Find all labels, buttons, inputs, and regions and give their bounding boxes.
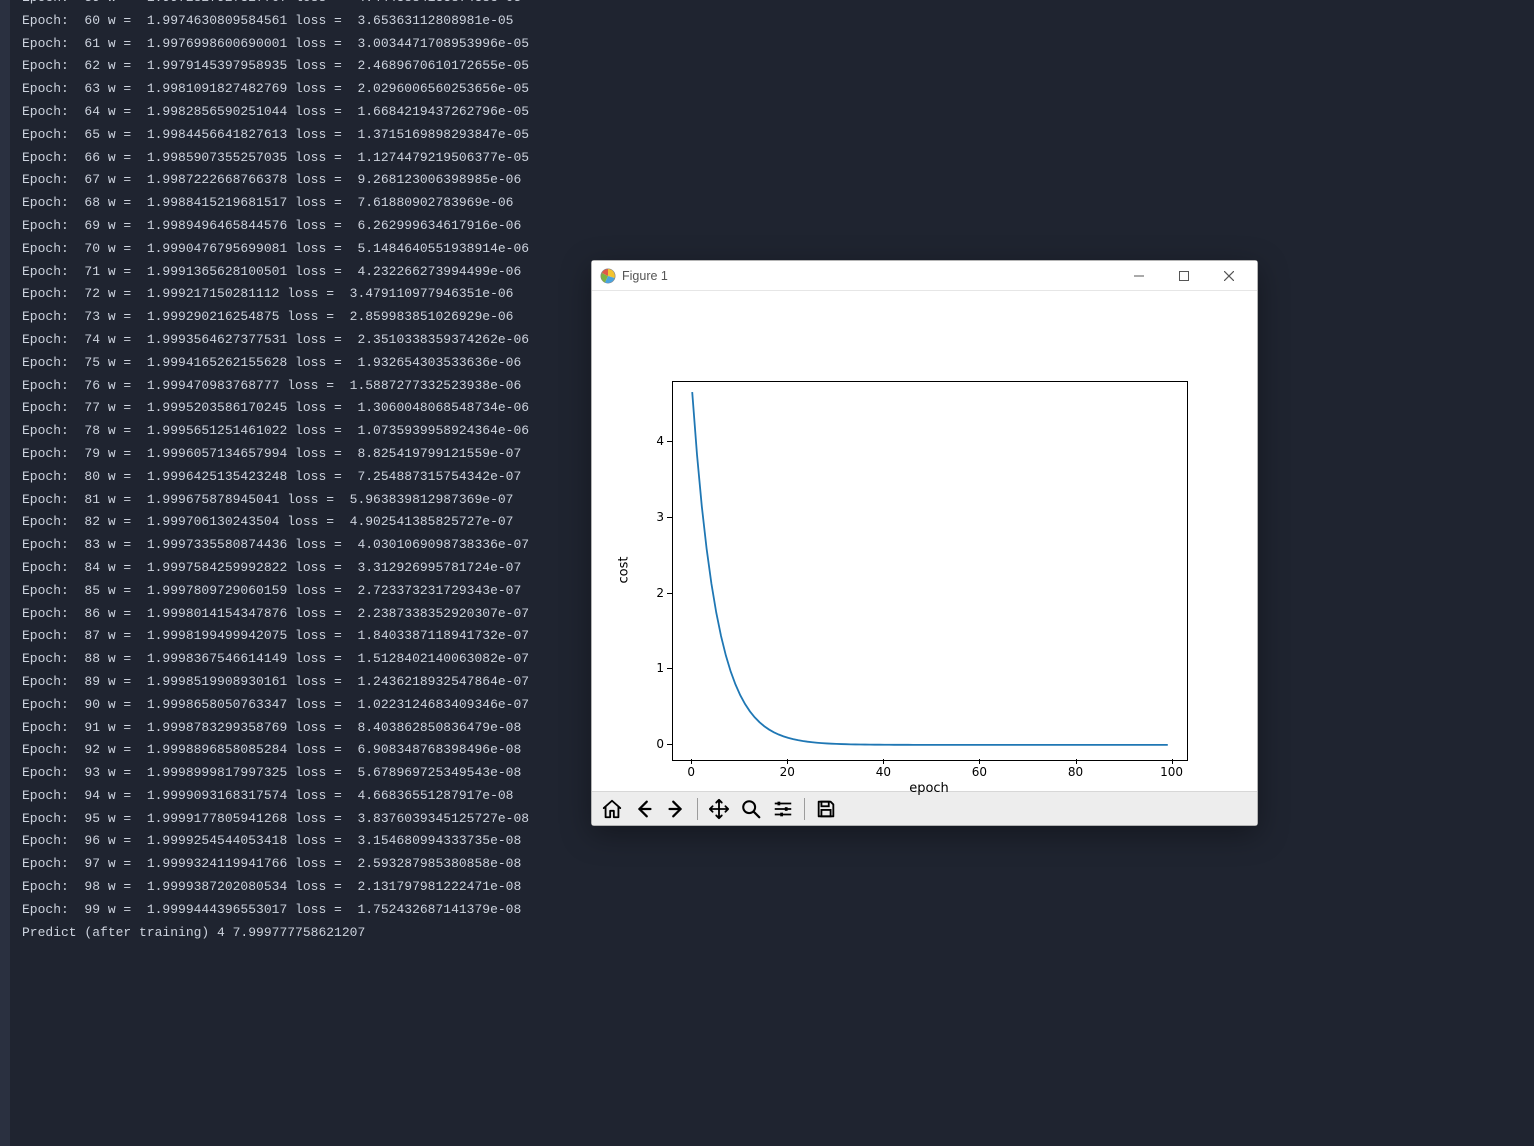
home-icon[interactable] — [598, 795, 626, 823]
toolbar-separator — [804, 798, 805, 820]
terminal-line: Epoch: 65 w = 1.9984456641827613 loss = … — [22, 124, 529, 147]
y-tick-mark — [667, 517, 672, 518]
terminal-line: Epoch: 73 w = 1.999290216254875 loss = 2… — [22, 306, 529, 329]
forward-icon[interactable] — [662, 795, 690, 823]
figure-title: Figure 1 — [622, 269, 668, 283]
y-tick-mark — [667, 744, 672, 745]
matplotlib-icon — [600, 268, 616, 284]
terminal-line: Epoch: 93 w = 1.9998999817997325 loss = … — [22, 762, 529, 785]
terminal-line: Epoch: 66 w = 1.9985907355257035 loss = … — [22, 147, 529, 170]
terminal-line: Epoch: 91 w = 1.9998783299358769 loss = … — [22, 717, 529, 740]
terminal-line: Epoch: 68 w = 1.9988415219681517 loss = … — [22, 192, 529, 215]
terminal-line: Epoch: 83 w = 1.9997335580874436 loss = … — [22, 534, 529, 557]
y-tick-label: 4 — [634, 434, 664, 448]
terminal-output: Epoch: 59 w = 1.9972827927327707 loss = … — [22, 0, 529, 944]
terminal-line: Epoch: 94 w = 1.9999093168317574 loss = … — [22, 785, 529, 808]
terminal-line: Epoch: 99 w = 1.9999444396553017 loss = … — [22, 899, 529, 922]
y-tick-label: 0 — [634, 737, 664, 751]
x-tick-mark — [1076, 759, 1077, 764]
terminal-line: Epoch: 59 w = 1.9972827927327707 loss = … — [22, 0, 529, 10]
x-tick-label: 80 — [1068, 765, 1083, 779]
x-axis-label: epoch — [909, 781, 949, 796]
y-tick-label: 1 — [634, 661, 664, 675]
terminal-line: Epoch: 72 w = 1.999217150281112 loss = 3… — [22, 283, 529, 306]
terminal-line: Epoch: 78 w = 1.9995651251461022 loss = … — [22, 420, 529, 443]
terminal-line: Epoch: 82 w = 1.999706130243504 loss = 4… — [22, 511, 529, 534]
x-tick-label: 60 — [972, 765, 987, 779]
terminal-line: Epoch: 88 w = 1.9998367546614149 loss = … — [22, 648, 529, 671]
minimize-button[interactable] — [1116, 262, 1161, 290]
y-tick-label: 3 — [634, 510, 664, 524]
y-tick-mark — [667, 668, 672, 669]
y-tick-mark — [667, 441, 672, 442]
back-icon[interactable] — [630, 795, 658, 823]
terminal-line: Predict (after training) 4 7.99977775862… — [22, 922, 529, 945]
terminal-line: Epoch: 76 w = 1.999470983768777 loss = 1… — [22, 375, 529, 398]
terminal-line: Epoch: 95 w = 1.9999177805941268 loss = … — [22, 808, 529, 831]
terminal-line: Epoch: 75 w = 1.9994165262155628 loss = … — [22, 352, 529, 375]
maximize-button[interactable] — [1161, 262, 1206, 290]
terminal-line: Epoch: 81 w = 1.999675878945041 loss = 5… — [22, 489, 529, 512]
line-plot — [673, 382, 1187, 760]
x-tick-label: 40 — [876, 765, 891, 779]
figure-window: Figure 1 epoch cost 0 20 40 60 80 100 0 1 2 3 4 — [591, 260, 1258, 826]
terminal-line: Epoch: 77 w = 1.9995203586170245 loss = … — [22, 397, 529, 420]
terminal-line: Epoch: 71 w = 1.9991365628100501 loss = … — [22, 261, 529, 284]
terminal-line: Epoch: 70 w = 1.9990476795699081 loss = … — [22, 238, 529, 261]
save-icon[interactable] — [812, 795, 840, 823]
plot-area: epoch cost 02040608010001234 — [592, 291, 1257, 791]
terminal-line: Epoch: 63 w = 1.9981091827482769 loss = … — [22, 78, 529, 101]
axes-box — [672, 381, 1188, 761]
terminal-line: Epoch: 64 w = 1.9982856590251044 loss = … — [22, 101, 529, 124]
x-tick-label: 100 — [1160, 765, 1183, 779]
terminal-line: Epoch: 85 w = 1.9997809729060159 loss = … — [22, 580, 529, 603]
toolbar-separator — [697, 798, 698, 820]
y-tick-mark — [667, 593, 672, 594]
close-button[interactable] — [1206, 262, 1251, 290]
x-tick-mark — [691, 759, 692, 764]
terminal-line: Epoch: 84 w = 1.9997584259992822 loss = … — [22, 557, 529, 580]
terminal-line: Epoch: 97 w = 1.9999324119941766 loss = … — [22, 853, 529, 876]
x-tick-mark — [1172, 759, 1173, 764]
configure-icon[interactable] — [769, 795, 797, 823]
terminal-line: Epoch: 92 w = 1.9998896858085284 loss = … — [22, 739, 529, 762]
terminal-line: Epoch: 90 w = 1.9998658050763347 loss = … — [22, 694, 529, 717]
terminal-line: Epoch: 89 w = 1.9998519908930161 loss = … — [22, 671, 529, 694]
x-tick-mark — [883, 759, 884, 764]
figure-titlebar[interactable]: Figure 1 — [592, 261, 1257, 291]
terminal-line: Epoch: 60 w = 1.9974630809584561 loss = … — [22, 10, 529, 33]
terminal-line: Epoch: 74 w = 1.9993564627377531 loss = … — [22, 329, 529, 352]
terminal-line: Epoch: 69 w = 1.9989496465844576 loss = … — [22, 215, 529, 238]
terminal-line: Epoch: 96 w = 1.9999254544053418 loss = … — [22, 830, 529, 853]
pan-icon[interactable] — [705, 795, 733, 823]
terminal-line: Epoch: 86 w = 1.9998014154347876 loss = … — [22, 603, 529, 626]
x-tick-mark — [787, 759, 788, 764]
y-axis-label: cost — [617, 557, 632, 584]
terminal-line: Epoch: 61 w = 1.9976998600690001 loss = … — [22, 33, 529, 56]
terminal-line: Epoch: 87 w = 1.9998199499942075 loss = … — [22, 625, 529, 648]
x-tick-label: 0 — [687, 765, 695, 779]
terminal-line: Epoch: 80 w = 1.9996425135423248 loss = … — [22, 466, 529, 489]
x-tick-mark — [979, 759, 980, 764]
terminal-line: Epoch: 98 w = 1.9999387202080534 loss = … — [22, 876, 529, 899]
terminal-line: Epoch: 62 w = 1.9979145397958935 loss = … — [22, 55, 529, 78]
editor-gutter — [0, 0, 10, 1146]
terminal-line: Epoch: 67 w = 1.9987222668766378 loss = … — [22, 169, 529, 192]
x-tick-label: 20 — [780, 765, 795, 779]
y-tick-label: 2 — [634, 586, 664, 600]
figure-toolbar — [592, 791, 1257, 825]
zoom-icon[interactable] — [737, 795, 765, 823]
terminal-line: Epoch: 79 w = 1.9996057134657994 loss = … — [22, 443, 529, 466]
